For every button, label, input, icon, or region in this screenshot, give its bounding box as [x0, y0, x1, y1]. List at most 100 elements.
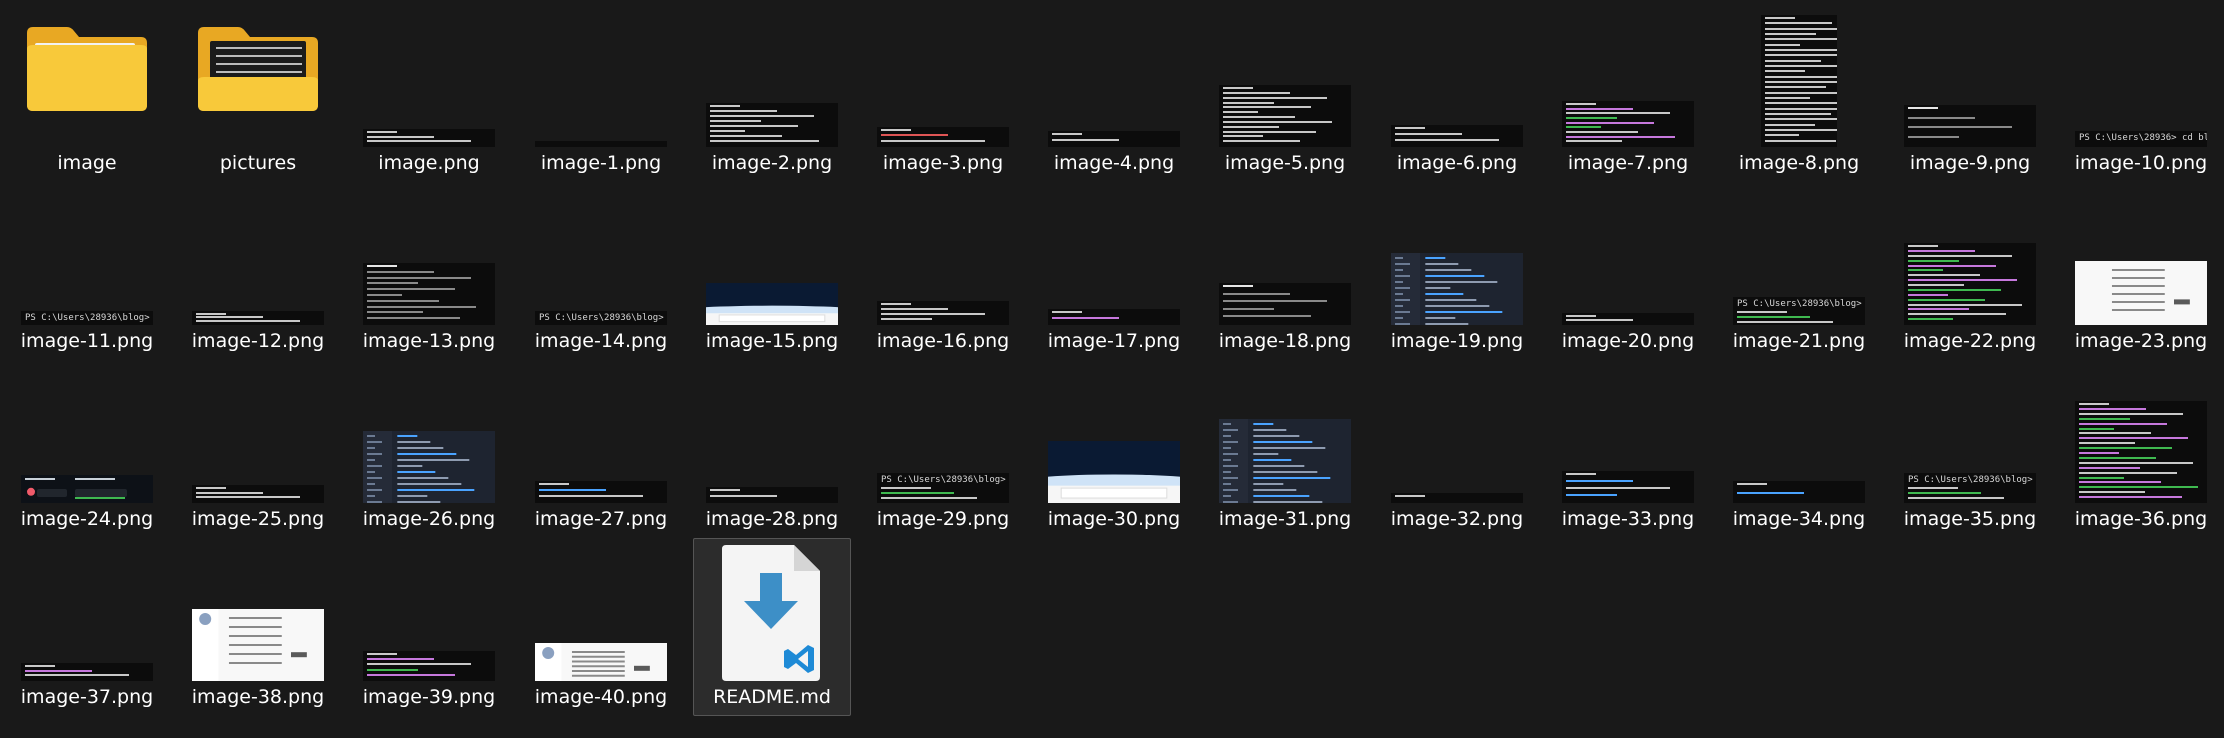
thumbnail-preview — [2075, 401, 2207, 503]
terminal-line — [1765, 102, 1837, 105]
terminal-line — [1908, 259, 1959, 262]
file-item[interactable]: image-36.png — [2062, 360, 2220, 538]
terminal-line — [2079, 412, 2183, 415]
terminal-line — [1908, 126, 2012, 128]
file-item[interactable]: PS C:\Users\28936\blog> hexo init image-1… — [8, 182, 166, 360]
file-item[interactable]: image-31.png — [1206, 360, 1364, 538]
terminal-line — [1223, 292, 1290, 295]
file-item[interactable]: image-22.png — [1891, 182, 2049, 360]
folder-item[interactable]: pictures — [179, 4, 337, 182]
terminal-line — [1908, 492, 1981, 494]
terminal-line — [1223, 96, 1327, 99]
thumbnail-preview — [363, 651, 495, 681]
terminal-line — [1566, 117, 1617, 119]
file-item[interactable]: image-23.png — [2062, 182, 2220, 360]
terminal-line — [196, 316, 263, 319]
thumbnail-preview — [363, 129, 495, 147]
thumbnail-preview — [1562, 471, 1694, 503]
terminal-line — [2079, 491, 2145, 494]
terminal-line — [1223, 106, 1311, 109]
file-grid: image pictures image.png image-1.png image-… — [0, 0, 2224, 738]
terminal-line — [1223, 87, 1253, 89]
file-item[interactable]: image-1.png — [522, 4, 680, 182]
file-item[interactable]: image-27.png — [522, 360, 680, 538]
file-item[interactable]: image-38.png — [179, 538, 337, 716]
file-item[interactable]: image-3.png — [864, 4, 1022, 182]
terminal-line — [367, 288, 455, 291]
thumbnail-preview: PS C:\Users\28936\blog> hexo s — [535, 311, 667, 325]
terminal-line — [1566, 487, 1670, 489]
file-item[interactable]: image-30.png — [1035, 360, 1193, 538]
thumbnail-preview — [21, 663, 153, 681]
file-name-label: image-36.png — [2074, 508, 2208, 530]
file-item[interactable]: PS C:\Users\28936> cd blog image-10.png — [2062, 4, 2220, 182]
terminal-line — [1395, 127, 1425, 129]
file-name-label: image-29.png — [876, 508, 1010, 530]
terminal-line — [2079, 481, 2161, 484]
file-item[interactable]: image-25.png — [179, 360, 337, 538]
terminal-line — [367, 653, 397, 655]
file-item[interactable]: image-24.png — [8, 360, 166, 538]
terminal-line — [25, 665, 55, 667]
file-item[interactable]: PS C:\Users\28936\blog> hexo clean image-… — [1720, 182, 1878, 360]
file-item[interactable]: image-7.png — [1549, 4, 1707, 182]
file-item[interactable]: PS C:\Users\28936\blog> hexo s image-14.p… — [522, 182, 680, 360]
terminal-line — [881, 492, 954, 494]
terminal-line — [1052, 139, 1119, 141]
file-item[interactable]: image-8.png — [1720, 4, 1878, 182]
file-name-label: image-35.png — [1903, 508, 2037, 530]
file-item[interactable]: PS C:\Users\28936\blog> hexo d image-29.p… — [864, 360, 1022, 538]
file-item[interactable]: image.png — [350, 4, 508, 182]
terminal-line — [367, 282, 418, 285]
terminal-line — [1765, 118, 1837, 121]
file-item[interactable]: image-37.png — [8, 538, 166, 716]
file-item[interactable]: image-2.png — [693, 4, 851, 182]
file-item[interactable]: image-32.png — [1378, 360, 1536, 538]
terminal-line — [539, 489, 606, 491]
terminal-line — [539, 483, 569, 485]
terminal-line — [1765, 49, 1837, 51]
file-name-label: image-16.png — [876, 330, 1010, 352]
file-item[interactable]: image-33.png — [1549, 360, 1707, 538]
thumbnail-preview — [877, 301, 1009, 325]
file-item[interactable]: image-13.png — [350, 182, 508, 360]
file-item[interactable]: README.md — [693, 538, 851, 716]
terminal-line — [2079, 403, 2109, 405]
terminal-line — [1737, 316, 1810, 318]
terminal-line — [1223, 91, 1290, 94]
file-item[interactable]: image-39.png — [350, 538, 508, 716]
file-item[interactable]: image-34.png — [1720, 360, 1878, 538]
file-item[interactable]: image-20.png — [1549, 182, 1707, 360]
file-item[interactable]: image-16.png — [864, 182, 1022, 360]
terminal-line — [367, 270, 434, 273]
terminal-line — [367, 140, 471, 143]
terminal-line — [2079, 466, 2140, 469]
terminal-prompt-text: PS C:\Users\28936\blog> hexo clean — [1737, 299, 1865, 309]
file-name-label: README.md — [713, 686, 831, 708]
file-item[interactable]: image-28.png — [693, 360, 851, 538]
terminal-line — [881, 303, 911, 305]
file-item[interactable]: image-18.png — [1206, 182, 1364, 360]
file-item[interactable]: PS C:\Users\28936\blog> hexo clean image-… — [1891, 360, 2049, 538]
folder-item[interactable]: image — [8, 4, 166, 182]
file-name-label: image-2.png — [711, 152, 833, 174]
file-item[interactable]: image-9.png — [1891, 4, 2049, 182]
file-item[interactable]: image-17.png — [1035, 182, 1193, 360]
thumbnail-preview — [1391, 493, 1523, 503]
file-item[interactable]: image-15.png — [693, 182, 851, 360]
file-item[interactable]: image-12.png — [179, 182, 337, 360]
file-item[interactable]: image-5.png — [1206, 4, 1364, 182]
file-item[interactable]: image-4.png — [1035, 4, 1193, 182]
file-item[interactable]: image-26.png — [350, 360, 508, 538]
thumbnail-preview — [363, 431, 495, 503]
terminal-line — [710, 105, 740, 107]
terminal-line — [1765, 65, 1837, 67]
file-item[interactable]: image-6.png — [1378, 4, 1536, 182]
file-name-label: image-27.png — [534, 508, 668, 530]
terminal-line — [25, 669, 92, 672]
file-item[interactable]: image-19.png — [1378, 182, 1536, 360]
file-item[interactable]: image-40.png — [522, 538, 680, 716]
terminal-line — [1765, 70, 1805, 73]
terminal-line — [1052, 133, 1082, 135]
terminal-line — [1566, 103, 1596, 105]
